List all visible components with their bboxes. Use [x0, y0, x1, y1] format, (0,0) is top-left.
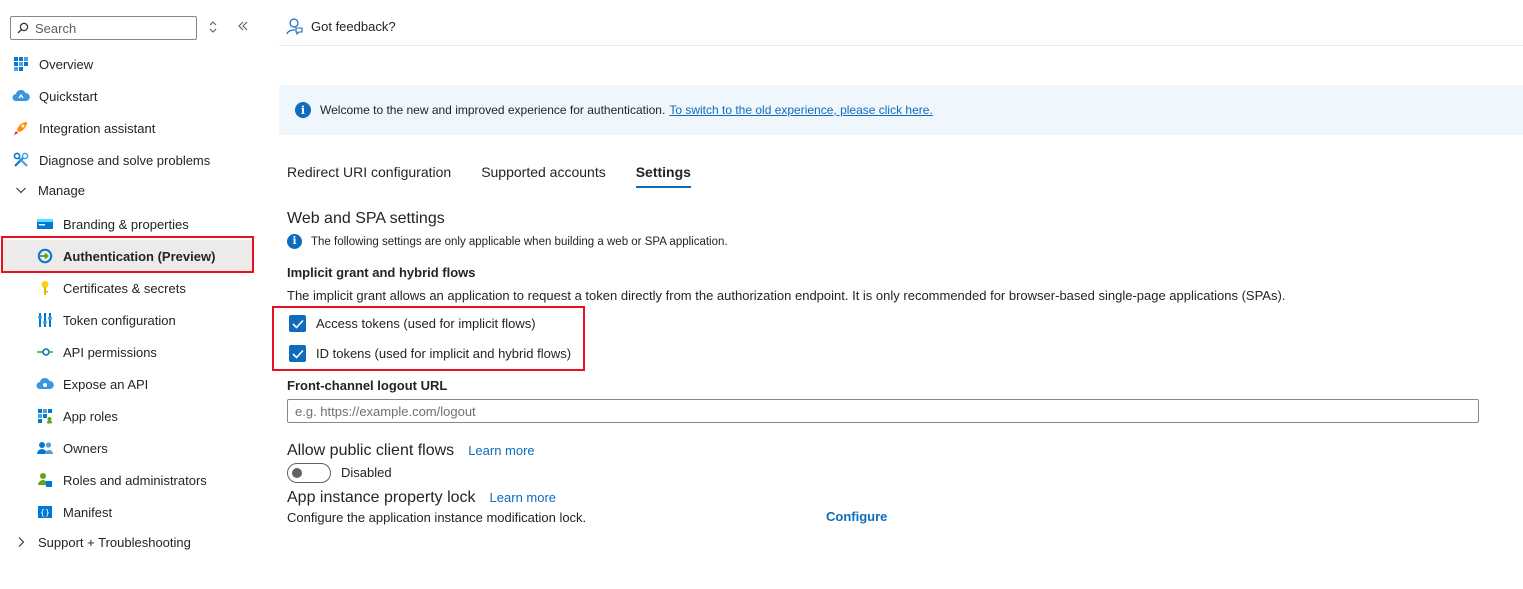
search-icon [17, 22, 29, 34]
sidebar-item-label: Roles and administrators [63, 472, 207, 488]
public-client-learn-more-link[interactable]: Learn more [468, 443, 534, 458]
tab-supported-accounts[interactable]: Supported accounts [481, 164, 606, 188]
tab-redirect-uri[interactable]: Redirect URI configuration [287, 164, 451, 188]
sort-icon[interactable] [206, 20, 220, 36]
public-client-toggle[interactable] [287, 463, 331, 483]
access-tokens-label: Access tokens (used for implicit flows) [316, 316, 536, 331]
sidebar-item-overview[interactable]: Overview [0, 48, 262, 80]
sidebar-item-expose-api[interactable]: Expose an API [0, 368, 262, 400]
implicit-grant-description: The implicit grant allows an application… [287, 288, 1286, 303]
sidebar-item-integration-assistant[interactable]: Integration assistant [0, 112, 262, 144]
api-permissions-icon [36, 343, 54, 361]
id-tokens-label: ID tokens (used for implicit and hybrid … [316, 346, 572, 361]
web-spa-note: i The following settings are only applic… [287, 234, 728, 249]
sidebar-item-app-roles[interactable]: App roles [0, 400, 262, 432]
sidebar-group-support[interactable]: Support + Troubleshooting [0, 526, 262, 558]
manifest-icon: {} [36, 503, 54, 521]
sidebar-item-api-permissions[interactable]: API permissions [0, 336, 262, 368]
roles-admins-icon [36, 471, 54, 489]
sidebar-group-manage[interactable]: Manage [0, 174, 262, 206]
configure-link[interactable]: Configure [826, 509, 887, 524]
feedback-button[interactable]: Got feedback? [285, 17, 396, 35]
sidebar-item-manifest[interactable]: {} Manifest [0, 496, 262, 528]
collapse-icon[interactable] [236, 20, 250, 36]
sidebar: Search Overview Quickstart Integration a… [0, 0, 262, 589]
checkbox-checked-icon[interactable] [289, 345, 306, 362]
sidebar-item-label: App roles [63, 408, 118, 424]
sidebar-item-diagnose[interactable]: Diagnose and solve problems [0, 144, 262, 176]
svg-text:{}: {} [40, 508, 50, 517]
sidebar-item-label: Owners [63, 440, 108, 456]
toggle-state-label: Disabled [341, 465, 392, 480]
branding-icon [36, 215, 54, 233]
authentication-icon [36, 247, 54, 265]
toggle-knob [292, 468, 302, 478]
checkbox-checked-icon[interactable] [289, 315, 306, 332]
sidebar-item-label: Token configuration [63, 312, 176, 328]
rocket-icon [12, 119, 30, 137]
key-icon [36, 279, 54, 297]
public-client-title: Allow public client flows [287, 442, 455, 459]
logout-url-input[interactable] [287, 399, 1479, 423]
lock-title: App instance property lock [287, 489, 476, 506]
wrench-icon [12, 151, 30, 169]
sidebar-item-label: Diagnose and solve problems [39, 152, 211, 168]
tab-bar: Redirect URI configuration Supported acc… [287, 164, 721, 188]
chevron-right-icon [12, 533, 30, 551]
id-tokens-checkbox[interactable]: ID tokens (used for implicit and hybrid … [289, 345, 571, 362]
sidebar-item-label: Authentication (Preview) [63, 248, 216, 264]
app-roles-icon [36, 407, 54, 425]
implicit-grant-title: Implicit grant and hybrid flows [287, 265, 476, 280]
feedback-label: Got feedback? [311, 18, 396, 34]
sidebar-item-certificates[interactable]: Certificates & secrets [0, 272, 262, 304]
divider [279, 45, 1523, 46]
sidebar-item-label: Support + Troubleshooting [38, 534, 191, 550]
main-content: Got feedback? i Welcome to the new and i… [272, 0, 1523, 589]
feedback-icon [286, 18, 303, 35]
sidebar-item-roles-admins[interactable]: Roles and administrators [0, 464, 262, 496]
lock-learn-more-link[interactable]: Learn more [490, 490, 556, 505]
sidebar-item-quickstart[interactable]: Quickstart [0, 80, 262, 112]
sidebar-item-owners[interactable]: Owners [0, 432, 262, 464]
info-icon: i [295, 102, 311, 118]
info-banner: i Welcome to the new and improved experi… [279, 85, 1523, 135]
info-icon: i [287, 234, 302, 249]
lock-description: Configure the application instance modif… [287, 510, 587, 525]
sidebar-item-authentication[interactable]: Authentication (Preview) [2, 240, 253, 272]
lock-heading: App instance property lock Learn more [287, 489, 556, 507]
logout-url-label: Front-channel logout URL [287, 378, 448, 393]
sidebar-item-label: Integration assistant [39, 120, 156, 136]
sidebar-item-label: Branding & properties [63, 216, 189, 232]
cloud-api-icon [36, 375, 54, 393]
public-client-heading: Allow public client flows Learn more [287, 442, 535, 460]
sidebar-item-token-configuration[interactable]: Token configuration [0, 304, 262, 336]
sidebar-item-label: Quickstart [39, 88, 98, 104]
sidebar-item-label: Expose an API [63, 376, 149, 392]
switch-experience-link[interactable]: To switch to the old experience, please … [669, 103, 932, 117]
grid-icon [12, 55, 30, 73]
sidebar-item-label: Manage [38, 182, 85, 198]
banner-text: Welcome to the new and improved experien… [320, 103, 666, 117]
sidebar-item-label: Certificates & secrets [63, 280, 186, 296]
access-tokens-checkbox[interactable]: Access tokens (used for implicit flows) [289, 315, 536, 332]
chevron-down-icon [12, 181, 30, 199]
tab-settings[interactable]: Settings [635, 164, 691, 188]
owners-icon [36, 439, 54, 457]
section-title-web-spa: Web and SPA settings [287, 210, 445, 227]
search-box[interactable]: Search [10, 16, 197, 40]
sliders-icon [36, 311, 54, 329]
cloud-icon [12, 87, 30, 105]
note-text: The following settings are only applicab… [311, 235, 728, 248]
sidebar-item-label: API permissions [63, 344, 157, 360]
sidebar-item-branding[interactable]: Branding & properties [0, 208, 262, 240]
sidebar-item-label: Overview [39, 56, 94, 72]
search-placeholder: Search [35, 20, 77, 36]
sidebar-item-label: Manifest [63, 504, 113, 520]
